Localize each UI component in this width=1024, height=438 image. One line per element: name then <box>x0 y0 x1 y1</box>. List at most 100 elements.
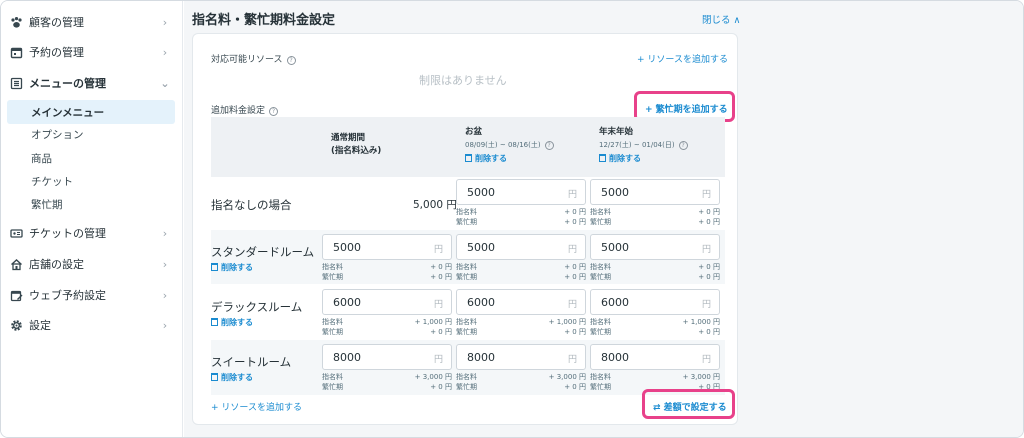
sidebar-item-web-booking[interactable]: ウェブ予約設定 › <box>1 282 183 308</box>
yen-unit: 円 <box>567 190 577 200</box>
price-input[interactable]: 8000 円 <box>456 344 586 370</box>
trash-icon <box>465 154 472 162</box>
busy-fee-line: 繁忙期 + 0 円 <box>456 272 586 282</box>
highlight-set-by-difference <box>642 389 735 419</box>
submenu-products[interactable]: 商品 <box>7 146 175 170</box>
busy-fee-line: 繁忙期 + 0 円 <box>590 272 720 282</box>
busy-fee-line: 繁忙期 + 0 円 <box>322 327 452 337</box>
delete-obon-button[interactable]: 削除する <box>465 153 507 164</box>
nomination-label: 指名料 <box>322 318 343 326</box>
help-icon[interactable]: ? <box>269 107 279 116</box>
price-value: 6000 <box>333 296 361 309</box>
busy-label: 繁忙期 <box>456 383 477 391</box>
price-input[interactable]: 5000 円 <box>456 179 586 205</box>
trash-icon <box>211 373 218 381</box>
busy-fee-line: 繁忙期 + 0 円 <box>322 382 452 392</box>
nomination-fee-line: 指名料 + 0 円 <box>590 207 720 217</box>
help-icon[interactable]: ? <box>678 141 688 150</box>
nomination-fee-line: 指名料 + 0 円 <box>590 262 720 272</box>
delete-row-button[interactable]: 削除する <box>211 372 253 383</box>
column-newyear-range-row: 12/27(土) ~ 01/04(日)? <box>599 140 688 150</box>
yen-unit: 円 <box>567 300 577 310</box>
price-value: 5000 <box>467 241 495 254</box>
busy-label: 繁忙期 <box>590 218 611 226</box>
row-name: デラックスルーム <box>211 300 303 314</box>
sidebar-item-label: 設定 <box>29 319 51 332</box>
price-value: 8000 <box>333 351 361 364</box>
busy-value: + 0 円 <box>430 383 452 391</box>
additional-fee-label: 追加料金設定 <box>211 106 266 116</box>
sidebar-item-settings[interactable]: 設定 › <box>1 312 183 338</box>
chevron-right-icon: › <box>162 257 168 271</box>
price-input[interactable]: 6000 円 <box>322 289 452 315</box>
sidebar-item-store-settings[interactable]: 店舗の設定 › <box>1 251 183 277</box>
price-value: 6000 <box>601 296 629 309</box>
nomination-value: + 1,000 円 <box>682 318 720 326</box>
sidebar-item-menu[interactable]: メニューの管理 ⌄ <box>1 70 183 96</box>
delete-label: 削除する <box>221 373 253 382</box>
sidebar-item-customers[interactable]: 顧客の管理 › <box>1 9 183 35</box>
trash-icon <box>211 263 218 271</box>
row-name: 指名なしの場合 <box>211 198 292 212</box>
nomination-fee-line: 指名料 + 1,000 円 <box>456 317 586 327</box>
price-input[interactable]: 8000 円 <box>590 344 720 370</box>
resources-label: 対応可能リソース <box>211 55 283 65</box>
help-icon[interactable]: ? <box>544 141 554 150</box>
home-icon <box>9 257 23 271</box>
sidebar-item-tickets[interactable]: チケットの管理 › <box>1 220 183 246</box>
gear-icon <box>9 318 23 332</box>
add-resource-top-link[interactable]: + リソースを追加する <box>637 52 728 65</box>
price-input[interactable]: 5000 円 <box>456 234 586 260</box>
busy-value: + 0 円 <box>564 383 586 391</box>
delete-row-button[interactable]: 削除する <box>211 262 253 273</box>
nomination-fee-line: 指名料 + 3,000 円 <box>322 372 452 382</box>
price-value: 5000 <box>601 241 629 254</box>
yen-unit: 円 <box>567 355 577 365</box>
column-normal-subtitle: (指名料込み) <box>331 146 382 156</box>
sidebar-item-label: 店舗の設定 <box>29 258 84 271</box>
main-content: 指名料・繁忙期料金設定 閉じる ∧ 対応可能リソース? + リソースを追加する … <box>184 1 1023 437</box>
price-input[interactable]: 5000 円 <box>590 234 720 260</box>
price-input[interactable]: 6000 円 <box>456 289 586 315</box>
busy-label: 繁忙期 <box>322 383 343 391</box>
nomination-value: + 0 円 <box>430 263 452 271</box>
busy-value: + 0 円 <box>564 218 586 226</box>
ticket-icon <box>9 226 23 240</box>
delete-row-button[interactable]: 削除する <box>211 317 253 328</box>
nomination-label: 指名料 <box>456 318 477 326</box>
nomination-fee-line: 指名料 + 0 円 <box>322 262 452 272</box>
submenu-main-menu[interactable]: メインメニュー <box>7 100 175 124</box>
resources-label-row: 対応可能リソース? <box>211 52 296 65</box>
delete-newyear-button[interactable]: 削除する <box>599 153 641 164</box>
price-input[interactable]: 5000 円 <box>322 234 452 260</box>
menu-list-icon <box>9 76 23 90</box>
yen-unit: 円 <box>433 355 443 365</box>
close-link[interactable]: 閉じる ∧ <box>702 12 740 26</box>
row-name: スタンダードルーム <box>211 245 315 259</box>
add-resource-bottom-link[interactable]: + リソースを追加する <box>211 400 302 413</box>
nomination-label: 指名料 <box>590 263 611 271</box>
nomination-fee-line: 指名料 + 1,000 円 <box>322 317 452 327</box>
no-limit-text: 制限はありません <box>419 74 507 87</box>
column-normal-title: 通常期間 <box>331 133 366 143</box>
submenu-busy-period[interactable]: 繁忙期 <box>7 192 175 216</box>
price-input[interactable]: 6000 円 <box>590 289 720 315</box>
submenu-options[interactable]: オプション <box>7 122 175 146</box>
column-obon-range: 08/09(土) ~ 08/16(土) <box>465 141 541 149</box>
price-input[interactable]: 8000 円 <box>322 344 452 370</box>
delete-label: 削除する <box>221 263 253 272</box>
calendar-icon <box>9 45 23 59</box>
help-icon[interactable]: ? <box>286 56 296 65</box>
submenu-tickets[interactable]: チケット <box>7 169 175 193</box>
nomination-value: + 0 円 <box>698 208 720 216</box>
nomination-value: + 0 円 <box>564 208 586 216</box>
busy-label: 繁忙期 <box>456 328 477 336</box>
price-value: 6000 <box>467 296 495 309</box>
price-value: 8000 <box>467 351 495 364</box>
price-input[interactable]: 5000 円 <box>590 179 720 205</box>
calendar-edit-icon <box>9 288 23 302</box>
sidebar-item-label: ウェブ予約設定 <box>29 289 106 302</box>
nomination-fee-line: 指名料 + 0 円 <box>456 262 586 272</box>
sidebar-item-reservations[interactable]: 予約の管理 › <box>1 39 183 65</box>
nomination-value: + 1,000 円 <box>414 318 452 326</box>
